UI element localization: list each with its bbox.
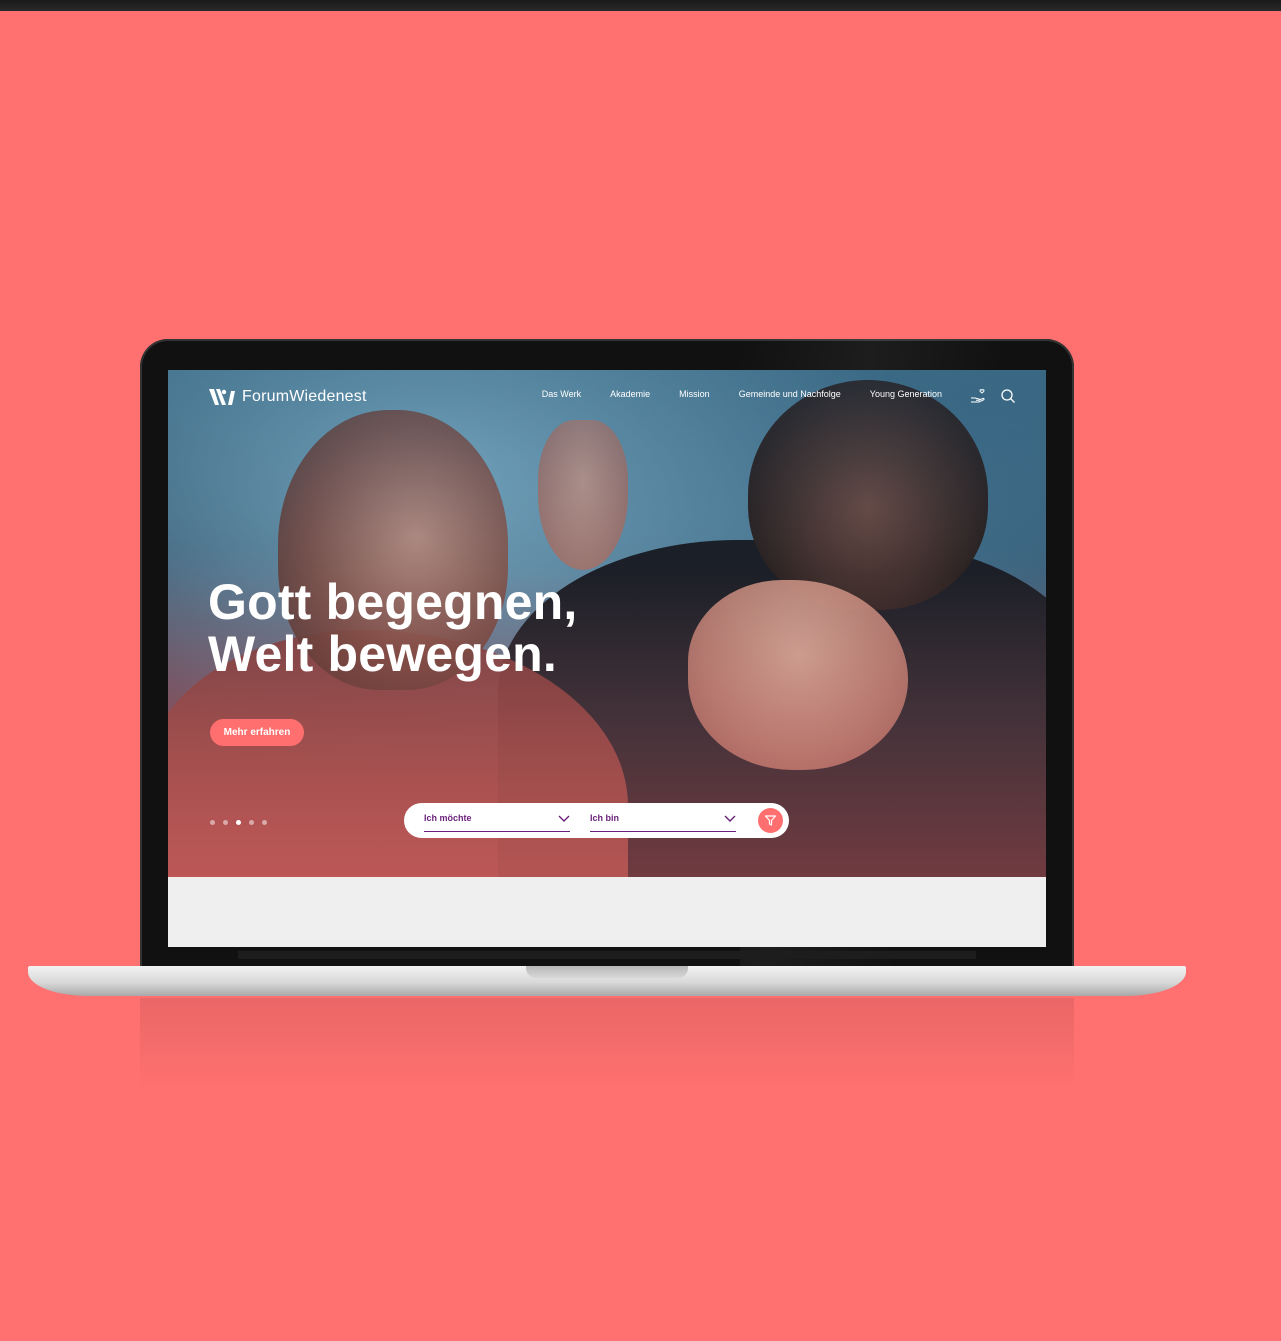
ich-bin-label: Ich bin	[590, 813, 619, 823]
ich-bin-select[interactable]: Ich bin	[590, 811, 736, 832]
logo-mark-icon	[209, 389, 235, 405]
slider-dot[interactable]	[210, 820, 215, 825]
laptop-notch	[526, 966, 688, 978]
site-logo[interactable]: ForumWiedenest	[208, 386, 367, 408]
nav-item-young-generation[interactable]: Young Generation	[870, 389, 942, 399]
laptop-reflection	[140, 998, 1074, 1088]
search-icon[interactable]	[1000, 388, 1016, 404]
hero-headline-line2: Welt bewegen.	[208, 626, 557, 682]
nav-links: Das Werk Akademie Mission Gemeinde und N…	[542, 389, 942, 399]
laptop-hinge	[238, 951, 976, 959]
filter-bar: Ich möchte Ich bin	[404, 803, 789, 838]
slider-dot[interactable]	[249, 820, 254, 825]
ich-moechte-label: Ich möchte	[424, 813, 472, 823]
ich-moechte-select[interactable]: Ich möchte	[424, 811, 570, 832]
hero-headline: Gott begegnen, Welt bewegen.	[208, 576, 577, 680]
laptop-screen: ForumWiedenest Das Werk Akademie Mission…	[168, 370, 1046, 947]
filter-button[interactable]	[758, 808, 783, 833]
slider-dot[interactable]	[262, 820, 267, 825]
mehr-erfahren-button[interactable]: Mehr erfahren	[210, 719, 304, 746]
slider-dot-active[interactable]	[236, 820, 241, 825]
top-nav: ForumWiedenest Das Werk Akademie Mission…	[168, 370, 1046, 426]
nav-item-akademie[interactable]: Akademie	[610, 389, 650, 399]
logo-text: ForumWiedenest	[242, 388, 367, 405]
nav-item-mission[interactable]: Mission	[679, 389, 710, 399]
filter-icon	[764, 815, 777, 826]
chevron-down-icon	[558, 815, 570, 822]
chevron-down-icon	[724, 815, 736, 822]
nav-item-das-werk[interactable]: Das Werk	[542, 389, 581, 399]
nav-icons	[970, 388, 1016, 404]
slider-dots	[210, 820, 267, 825]
hero-headline-line1: Gott begegnen,	[208, 574, 578, 630]
nav-item-gemeinde-und-nachfolge[interactable]: Gemeinde und Nachfolge	[739, 389, 841, 399]
donate-icon[interactable]	[970, 388, 986, 404]
content-area	[168, 877, 1046, 947]
top-strip	[0, 0, 1281, 11]
hero-section: ForumWiedenest Das Werk Akademie Mission…	[168, 370, 1046, 877]
slider-dot[interactable]	[223, 820, 228, 825]
